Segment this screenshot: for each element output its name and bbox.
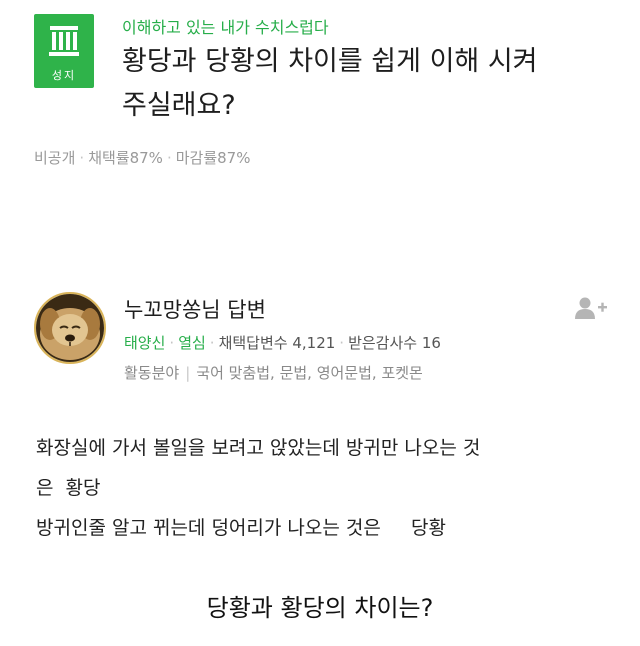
- category-title[interactable]: 이해하고 있는 내가 수치스럽다: [122, 14, 329, 38]
- adoption-rate: 채택률87%: [88, 149, 163, 167]
- answerer-name[interactable]: 누꼬망쏭님 답변: [124, 294, 266, 324]
- caption: 당황과 황당의 차이는?: [206, 594, 434, 622]
- activity-field-label: 활동분야: [124, 364, 180, 382]
- answer-line: 방귀인줄 알고 뀌는데 덩어리가 나오는 것은 당황: [36, 517, 446, 539]
- question-card: 성지 이해하고 있는 내가 수치스럽다 황당과 당황의 차이를 쉽게 이해 시켜…: [0, 0, 640, 250]
- adopted-answer-count: 채택답변수 4,121: [218, 334, 336, 352]
- question-title-line: 황당과 당황의 차이를 쉽게 이해 시켜: [122, 46, 538, 77]
- answerer-stats: 태양신 · 열심 · 채택답변수 4,121 · 받은감사수 16: [124, 334, 441, 352]
- question-title-line: 주실래요?: [122, 90, 236, 121]
- answer-body: 화장실에 가서 볼일을 보려고 앉았는데 방귀만 나오는 것 은 황당 방귀인줄…: [36, 428, 616, 548]
- close-rate: 마감률87%: [175, 149, 251, 167]
- badge-label: 성지: [51, 69, 77, 82]
- answer-line: 은 황당: [36, 477, 101, 499]
- activity-field: 활동분야 | 국어 맞춤법, 문법, 영어문법, 포켓몬: [124, 364, 423, 382]
- avatar[interactable]: [34, 292, 106, 364]
- answer-line: 화장실에 가서 볼일을 보려고 앉았는데 방귀만 나오는 것: [36, 437, 481, 459]
- pillar-building-icon: [49, 26, 79, 56]
- visibility-label: 비공개: [34, 149, 76, 167]
- grade-sub-label: 열심: [178, 334, 206, 352]
- grade-label: 태양신: [124, 334, 166, 352]
- puppy-avatar: [36, 294, 104, 362]
- activity-field-value: 국어 맞춤법, 문법, 영어문법, 포켓몬: [196, 364, 423, 382]
- add-user-icon: [575, 297, 607, 319]
- follow-button[interactable]: [574, 296, 608, 324]
- question-meta: 비공개 · 채택률87% · 마감률87%: [34, 149, 251, 167]
- thanks-count: 받은감사수 16: [348, 334, 441, 352]
- shrine-badge: 성지: [34, 14, 94, 88]
- answer-card: 누꼬망쏭님 답변 태양신 · 열심 · 채택답변수 4,121 · 받은감사수 16 활동분…: [0, 280, 640, 580]
- question-title[interactable]: 황당과 당황의 차이를 쉽게 이해 시켜 주실래요?: [122, 40, 622, 128]
